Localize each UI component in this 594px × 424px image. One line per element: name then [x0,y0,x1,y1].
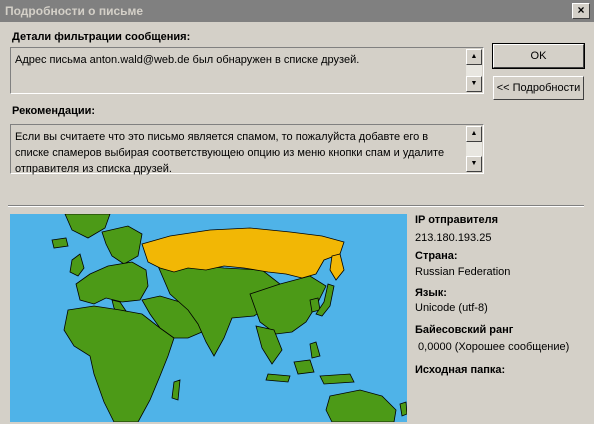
ok-button[interactable]: OK [492,43,585,69]
recommendations-scrollbar[interactable]: ▲ ▼ [466,126,482,172]
recommendations-box: Если вы считаете что это письмо является… [10,124,484,175]
recommendations-label: Рекомендации: [12,105,96,117]
scroll-down-icon[interactable]: ▼ [466,76,482,92]
close-button[interactable]: × [572,3,590,19]
window-title: Подробности о письме [5,4,144,18]
recommendations-text: Если вы считаете что это письмо является… [15,131,445,175]
sender-ip-value: 213.180.193.25 [415,232,492,244]
scroll-up-icon[interactable]: ▲ [466,126,482,142]
language-label: Язык: [415,287,447,299]
filter-scrollbar[interactable]: ▲ ▼ [466,49,482,92]
country-label: Страна: [415,250,458,262]
bayes-rank-value: 0,0000 (Хорошее сообщение) [415,341,570,353]
filter-details-text: Адрес письма anton.wald@web.de был обнар… [15,54,360,66]
scroll-down-icon[interactable]: ▼ [466,156,482,172]
language-value: Unicode (utf-8) [415,302,488,314]
source-folder-label: Исходная папка: [415,364,506,376]
details-button[interactable]: << Подробности [493,76,584,100]
bayes-rank-label: Байесовский ранг [415,324,514,336]
filter-details-label: Детали фильтрации сообщения: [12,31,191,43]
world-map-image [51,214,407,422]
scroll-up-icon[interactable]: ▲ [466,49,482,65]
world-map [10,214,407,422]
filter-details-box: Адрес письма anton.wald@web.de был обнар… [10,47,484,94]
country-value: Russian Federation [415,266,511,278]
title-bar: Подробности о письме × [0,0,594,22]
sender-ip-label: IP отправителя [415,214,498,226]
separator [8,205,584,207]
